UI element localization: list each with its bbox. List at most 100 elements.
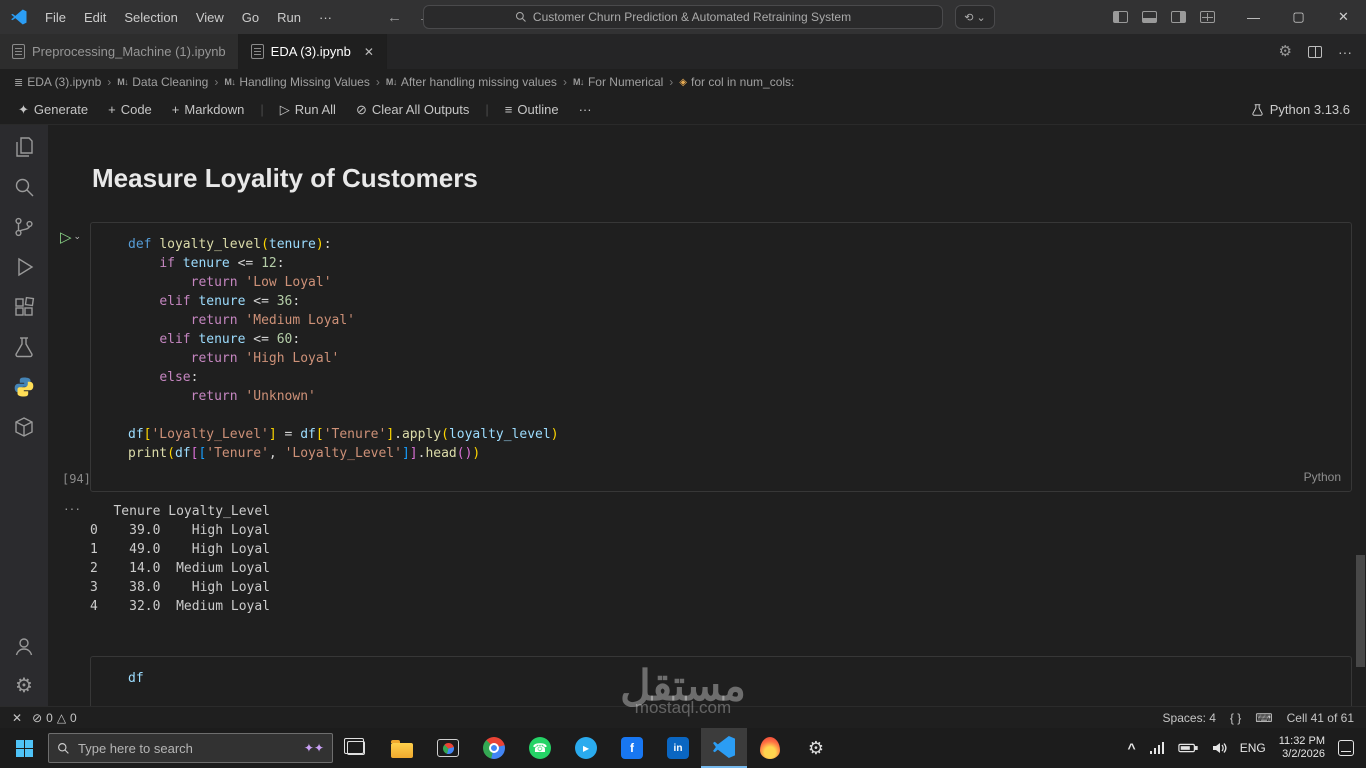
scrollbar-thumb[interactable] bbox=[1356, 555, 1365, 667]
telegram-button[interactable]: ▸ bbox=[563, 728, 609, 768]
code-line[interactable]: def loyalty_level(tenure): bbox=[128, 235, 1351, 254]
time-label: 11:32 PM bbox=[1278, 735, 1325, 747]
tab-preprocessing-machine[interactable]: Preprocessing_Machine (1).ipynb bbox=[0, 34, 239, 69]
breadcrumb-item[interactable]: ≣ EDA (3).ipynb bbox=[14, 75, 101, 89]
file-explorer-button[interactable] bbox=[379, 728, 425, 768]
taskbar-clock[interactable]: 11:32 PM 3/2/2026 bbox=[1279, 735, 1325, 761]
toolbar-more-actions[interactable]: ··· bbox=[571, 98, 600, 122]
menu-go[interactable]: Go bbox=[233, 10, 268, 25]
code-line[interactable]: return 'High Loyal' bbox=[128, 349, 1351, 368]
cell-position-indicator[interactable]: Cell 41 of 61 bbox=[1287, 711, 1354, 725]
settings-button[interactable]: ⚙ bbox=[793, 728, 839, 768]
source-control-icon[interactable] bbox=[12, 215, 36, 239]
notebook-settings-icon[interactable]: ⚙ bbox=[1279, 44, 1292, 59]
menu-edit[interactable]: Edit bbox=[75, 10, 115, 25]
next-code-cell[interactable]: df bbox=[48, 656, 1366, 706]
code-line[interactable]: return 'Medium Loyal' bbox=[128, 311, 1351, 330]
code-line[interactable]: elif tenure <= 60: bbox=[128, 330, 1351, 349]
split-editor-icon[interactable] bbox=[1308, 45, 1322, 58]
minimize-button[interactable]: — bbox=[1231, 0, 1276, 34]
linkedin-button[interactable]: in bbox=[655, 728, 701, 768]
network-icon[interactable] bbox=[1149, 741, 1165, 755]
breadcrumb-item[interactable]: ◈ for col in num_cols: bbox=[679, 75, 794, 89]
code-line[interactable]: print(df[['Tenure', 'Loyalty_Level']].he… bbox=[128, 444, 1351, 463]
start-button[interactable] bbox=[0, 728, 48, 768]
language-indicator[interactable]: ENG bbox=[1240, 741, 1266, 755]
facebook-button[interactable]: f bbox=[609, 728, 655, 768]
play-icon: ▷ bbox=[60, 229, 72, 246]
code-line[interactable]: return 'Low Loyal' bbox=[128, 273, 1351, 292]
chrome-button[interactable] bbox=[471, 728, 517, 768]
breadcrumb-item[interactable]: M↓ Data Cleaning bbox=[117, 75, 208, 89]
browser-window-button[interactable] bbox=[425, 728, 471, 768]
code-cell[interactable]: ▷ ⌄ [94] def loyalty_level(tenure): if t… bbox=[48, 222, 1366, 492]
run-all-button[interactable]: ▷ Run All bbox=[272, 98, 344, 122]
toggle-sidebar-icon[interactable] bbox=[1113, 11, 1128, 23]
menu-more[interactable]: ··· bbox=[310, 10, 341, 25]
clear-all-outputs-button[interactable]: ⊘ Clear All Outputs bbox=[348, 98, 477, 122]
code-line[interactable]: elif tenure <= 36: bbox=[128, 292, 1351, 311]
code-line[interactable]: if tenure <= 12: bbox=[128, 254, 1351, 273]
settings-gear-icon[interactable]: ⚙ bbox=[12, 674, 36, 698]
extensions-icon[interactable] bbox=[12, 295, 36, 319]
markdown-cell-heading[interactable]: Measure Loyality of Customers bbox=[92, 163, 1366, 194]
search-icon[interactable] bbox=[12, 175, 36, 199]
command-center-search[interactable]: Customer Churn Prediction & Automated Re… bbox=[423, 5, 943, 29]
toggle-secondary-sidebar-icon[interactable] bbox=[1171, 11, 1186, 23]
keyboard-icon[interactable]: ⌨ bbox=[1255, 711, 1272, 725]
add-markdown-cell-button[interactable]: + Markdown bbox=[164, 98, 253, 122]
menu-file[interactable]: File bbox=[36, 10, 75, 25]
code-line[interactable] bbox=[128, 406, 1351, 425]
menu-run[interactable]: Run bbox=[268, 10, 310, 25]
whatsapp-button[interactable]: ☎ bbox=[517, 728, 563, 768]
editor-more-actions-icon[interactable]: ··· bbox=[1338, 44, 1352, 60]
next-code-lines[interactable]: df bbox=[90, 656, 1352, 706]
add-code-cell-button[interactable]: + Code bbox=[100, 98, 160, 122]
code-line[interactable]: df['Loyalty_Level'] = df['Tenure'].apply… bbox=[128, 425, 1351, 444]
kernel-picker[interactable]: Python 3.13.6 bbox=[1251, 102, 1366, 117]
toolbar-separator: | bbox=[260, 102, 264, 117]
output-more-actions-icon[interactable]: ··· bbox=[64, 500, 81, 516]
clear-outputs-icon: ⊘ bbox=[355, 101, 367, 117]
code-line[interactable]: return 'Unknown' bbox=[128, 387, 1351, 406]
nav-back-icon[interactable]: ← bbox=[387, 9, 402, 26]
package-icon[interactable] bbox=[12, 415, 36, 439]
explorer-icon[interactable] bbox=[12, 135, 36, 159]
code-lines[interactable]: def loyalty_level(tenure): if tenure <= … bbox=[91, 223, 1351, 463]
outline-button[interactable]: ≡ Outline bbox=[497, 98, 567, 122]
vscode-icon bbox=[713, 736, 735, 758]
remote-indicator-icon[interactable]: ✕ bbox=[12, 711, 22, 725]
run-cell-button[interactable]: ▷ ⌄ bbox=[60, 228, 81, 246]
run-debug-icon[interactable] bbox=[12, 255, 36, 279]
python-extension-icon[interactable] bbox=[12, 375, 36, 399]
problems-indicator[interactable]: ⊘ 0 △ 0 bbox=[32, 711, 77, 725]
close-button[interactable]: ✕ bbox=[1321, 0, 1366, 34]
battery-icon[interactable] bbox=[1178, 742, 1198, 754]
task-view-button[interactable] bbox=[333, 728, 379, 768]
toggle-panel-icon[interactable] bbox=[1142, 11, 1157, 23]
breadcrumb-item[interactable]: M↓ Handling Missing Values bbox=[224, 75, 370, 89]
indentation-indicator[interactable]: Spaces: 4 bbox=[1163, 711, 1216, 725]
vscode-button[interactable] bbox=[701, 728, 747, 768]
flame-app-button[interactable] bbox=[747, 728, 793, 768]
cell-language-label[interactable]: Python bbox=[1304, 470, 1341, 484]
menu-selection[interactable]: Selection bbox=[115, 10, 186, 25]
breadcrumb-item[interactable]: M↓ After handling missing values bbox=[386, 75, 557, 89]
tab-eda[interactable]: EDA (3).ipynb ✕ bbox=[238, 34, 387, 69]
volume-icon[interactable] bbox=[1211, 741, 1227, 755]
menu-view[interactable]: View bbox=[187, 10, 233, 25]
workspace-switcher[interactable]: ⟲ ⌄ bbox=[955, 5, 995, 29]
account-icon[interactable] bbox=[12, 634, 36, 658]
tab-close-icon[interactable]: ✕ bbox=[364, 45, 374, 59]
breadcrumb-item[interactable]: M↓ For Numerical bbox=[573, 75, 663, 89]
code-line[interactable]: df bbox=[128, 669, 1351, 688]
taskbar-search-input[interactable]: Type here to search ✦✦ bbox=[48, 733, 333, 763]
customize-layout-icon[interactable] bbox=[1200, 11, 1215, 23]
generate-button[interactable]: ✦ Generate bbox=[10, 98, 96, 122]
maximize-button[interactable]: ▢ bbox=[1276, 0, 1321, 34]
code-line[interactable]: else: bbox=[128, 368, 1351, 387]
action-center-icon[interactable] bbox=[1338, 740, 1354, 756]
language-braces-indicator[interactable]: { } bbox=[1230, 711, 1241, 725]
hidden-icons-button[interactable]: ^ bbox=[1128, 740, 1136, 756]
testing-flask-icon[interactable] bbox=[12, 335, 36, 359]
